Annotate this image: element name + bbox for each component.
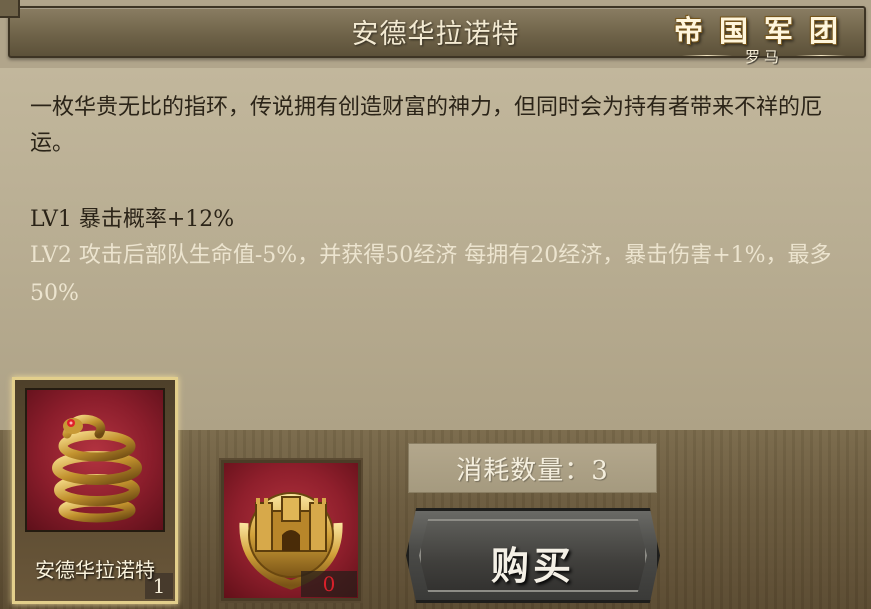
logo-main-text: 帝国军团 [673,14,854,48]
item-art-ring [25,388,165,532]
level2-effect: LV2 攻击后部队生命值-5%，并获得50经济 每拥有20经济，暴击伤害+1%，… [30,243,832,306]
buy-button-label: 购买 [490,543,575,588]
consume-amount-label: 消耗数量：3 [408,443,657,493]
item-card-token[interactable]: 0 [219,458,363,603]
buy-button[interactable]: 购买 [406,508,660,603]
item-name: 安德华拉诺特 [35,558,155,582]
game-logo: 帝国军团 罗马 [664,6,864,66]
snake-ring-icon [52,414,142,523]
level1-effect: LV1 暴击概率+12% [30,207,235,232]
token-count: 0 [301,571,357,597]
logo-sub-text: 罗马 [744,48,783,66]
item-description: 一枚华贵无比的指环，传说拥有创造财富的神力，但同时会为持有者带来不祥的厄运。 [30,95,823,156]
item-card-ring[interactable]: 1 安德华拉诺特 [12,377,178,604]
